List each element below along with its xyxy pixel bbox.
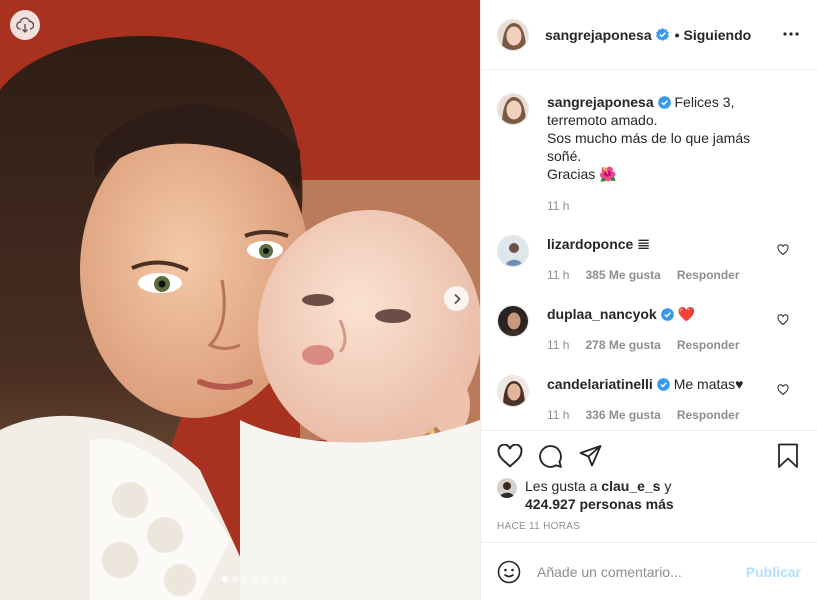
avatar-image	[498, 19, 528, 50]
likes-joiner: y	[660, 478, 672, 494]
likes-count[interactable]: 424.927 personas más	[525, 496, 674, 512]
comment-like-heart-icon[interactable]	[777, 384, 789, 396]
verified-badge-icon	[655, 28, 669, 41]
comment-text: ❤️	[677, 306, 696, 322]
caption-line: Felices 3,	[674, 94, 735, 110]
carousel-dot[interactable]	[242, 576, 248, 582]
carousel-dot[interactable]	[282, 576, 288, 582]
photo-illustration	[0, 0, 480, 600]
comment-meta: 11 h 336 Me gusta Responder	[547, 406, 801, 424]
caption-text: sangrejaponesa Felices 3, terremoto amad…	[547, 93, 801, 215]
verified-badge-icon	[657, 378, 670, 391]
comment-time[interactable]: 11 h	[547, 266, 569, 284]
chevron-right-icon	[453, 293, 461, 304]
action-bar: Les gusta a clau_e_s y 424.927 personas …	[481, 430, 817, 542]
carousel-dot[interactable]	[232, 576, 238, 582]
action-icons	[497, 443, 801, 469]
post-timestamp[interactable]: HACE 11 HORAS	[497, 521, 580, 532]
verified-badge-icon	[660, 308, 674, 321]
comment-like-heart-icon[interactable]	[777, 244, 789, 256]
caption-avatar[interactable]	[497, 93, 529, 125]
emoji-icon[interactable]	[497, 560, 521, 584]
carousel-dot[interactable]	[222, 576, 228, 582]
carousel-dot[interactable]	[252, 576, 258, 582]
caption-meta: 11 h	[547, 197, 801, 215]
comment-likes[interactable]: 336 Me gusta	[585, 406, 660, 424]
comment-meta: 11 h 278 Me gusta Responder	[547, 336, 801, 354]
comment-text: Me matas♥	[673, 376, 744, 392]
caption-line: Sos mucho más de lo que jamás	[547, 130, 751, 146]
download-icon	[16, 17, 34, 33]
comment-like-heart-icon[interactable]	[777, 314, 789, 326]
carousel-dot[interactable]	[272, 576, 278, 582]
comments-section[interactable]: sangrejaponesa Felices 3, terremoto amad…	[481, 71, 817, 429]
instagram-post: sangrejaponesa • Siguiendo sangrejapones…	[0, 0, 817, 600]
post-header: sangrejaponesa • Siguiendo	[481, 0, 817, 70]
comment-item: lizardoponce 𝌆 11 h 385 Me gusta Respond…	[497, 235, 801, 284]
save-button[interactable]	[775, 443, 801, 469]
comment-text: 𝌆	[637, 236, 650, 252]
reply-button[interactable]: Responder	[677, 336, 740, 354]
verified-badge-icon	[657, 96, 671, 109]
comment-likes[interactable]: 385 Me gusta	[585, 266, 660, 284]
caption-username[interactable]: sangrejaponesa	[547, 94, 654, 110]
comment-body: candelariatinelli Me matas♥ 11 h 336 Me …	[547, 375, 801, 424]
avatar-image	[498, 94, 528, 124]
more-options-button[interactable]	[781, 24, 801, 44]
liker-username[interactable]: clau_e_s	[601, 478, 660, 494]
share-icon	[579, 445, 601, 467]
comment-input[interactable]: Añade un comentario...	[537, 564, 746, 580]
avatar-image	[498, 306, 528, 336]
avatar-image	[498, 236, 528, 266]
caption-line: terremoto amado.	[547, 112, 658, 128]
comment-item: candelariatinelli Me matas♥ 11 h 336 Me …	[497, 375, 801, 424]
comment-username[interactable]: candelariatinelli	[547, 376, 653, 392]
author-avatar[interactable]	[497, 18, 529, 51]
likes-summary: Les gusta a clau_e_s y 424.927 personas …	[497, 477, 674, 513]
comment-username[interactable]: lizardoponce	[547, 236, 633, 252]
comment-avatar[interactable]	[497, 305, 529, 337]
caption-time[interactable]: 11 h	[547, 197, 569, 215]
caption-line: soñé.	[547, 148, 582, 164]
author-username[interactable]: sangrejaponesa	[545, 27, 652, 43]
caption-line: Gracias 🌺	[547, 166, 617, 182]
more-options-icon	[783, 32, 799, 36]
comment-time[interactable]: 11 h	[547, 406, 569, 424]
comment-likes[interactable]: 278 Me gusta	[585, 336, 660, 354]
carousel-indicators	[0, 576, 480, 582]
liker-avatar[interactable]	[497, 478, 517, 498]
reply-button[interactable]: Responder	[677, 266, 740, 284]
comment-avatar[interactable]	[497, 375, 529, 407]
add-comment-bar: Añade un comentario... Publicar	[481, 542, 817, 600]
comment-body: duplaa_nancyok ❤️ 11 h 278 Me gusta Resp…	[547, 305, 801, 354]
bookmark-icon	[778, 443, 798, 468]
heart-icon	[497, 444, 523, 468]
like-button[interactable]	[497, 443, 523, 469]
caption: sangrejaponesa Felices 3, terremoto amad…	[497, 93, 801, 215]
comment-username[interactable]: duplaa_nancyok	[547, 306, 657, 322]
likes-text: Les gusta a clau_e_s y 424.927 personas …	[525, 477, 674, 513]
post-photo[interactable]	[0, 0, 480, 600]
likes-prefix: Les gusta a	[525, 478, 602, 494]
header-separator: •	[674, 26, 680, 43]
post-sidebar: sangrejaponesa • Siguiendo sangrejapones…	[480, 0, 817, 600]
following-button[interactable]: Siguiendo	[684, 27, 752, 43]
next-slide-button[interactable]	[444, 286, 469, 311]
comment-meta: 11 h 385 Me gusta Responder	[547, 266, 801, 284]
comment-body: lizardoponce 𝌆 11 h 385 Me gusta Respond…	[547, 235, 801, 284]
avatar-image	[498, 376, 528, 406]
carousel-dot[interactable]	[262, 576, 268, 582]
comment-item: duplaa_nancyok ❤️ 11 h 278 Me gusta Resp…	[497, 305, 801, 354]
comment-avatar[interactable]	[497, 235, 529, 267]
avatar-image	[497, 478, 517, 498]
publish-button[interactable]: Publicar	[746, 564, 801, 580]
download-button[interactable]	[10, 10, 40, 40]
comment-button[interactable]	[537, 443, 563, 469]
comment-time[interactable]: 11 h	[547, 336, 569, 354]
share-button[interactable]	[577, 443, 603, 469]
reply-button[interactable]: Responder	[677, 406, 740, 424]
comment-icon	[538, 444, 562, 468]
